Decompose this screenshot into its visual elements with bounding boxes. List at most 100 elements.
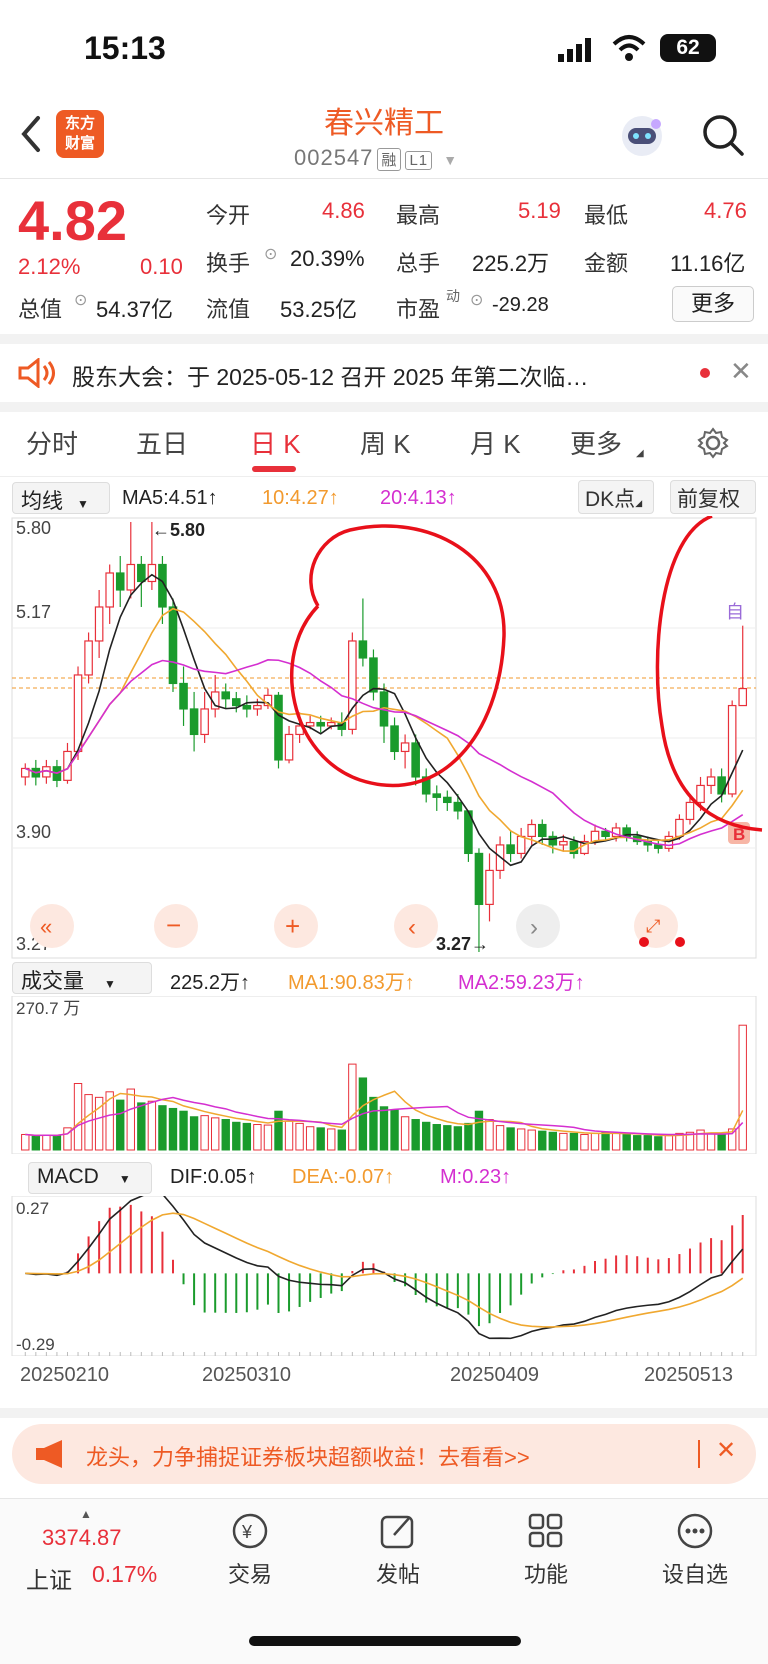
open-label: 今开 xyxy=(206,203,251,228)
date-label: 20250513 xyxy=(644,1364,733,1386)
nav-functions[interactable]: 功能 xyxy=(506,1511,586,1589)
banner-divider xyxy=(698,1440,700,1468)
candle xyxy=(73,674,83,753)
volume-bar xyxy=(717,1133,726,1151)
volume-bar xyxy=(147,1100,157,1151)
stock-code-row[interactable]: 002547 融 L1 ▼ xyxy=(294,145,458,171)
low-marker: 3.27→ xyxy=(436,934,489,954)
tag-level: L1 xyxy=(405,151,433,170)
candle xyxy=(601,830,610,838)
volume-indicator-select[interactable]: 成交量 ▼ xyxy=(12,962,152,994)
market-cap-label: 总值 xyxy=(18,297,63,322)
volume-bar xyxy=(168,1107,178,1151)
more-button[interactable]: 更多 xyxy=(672,286,754,322)
tab-more[interactable]: 更多 xyxy=(570,424,622,461)
volume-bar xyxy=(443,1125,452,1151)
promo-banner[interactable]: 龙头，力争捕捉证券板块超额收益！去看看>> ✕ xyxy=(12,1424,756,1484)
date-label: 20250409 xyxy=(450,1364,539,1386)
period-tabs: 分时 五日 日 K 周 K 月 K 更多 ◢ xyxy=(0,412,768,474)
candle xyxy=(706,776,716,787)
search-icon[interactable] xyxy=(700,112,746,163)
volume-bar xyxy=(432,1124,441,1151)
expand-icon: ⤢ xyxy=(646,916,661,936)
volume-bar xyxy=(664,1135,674,1151)
section-divider xyxy=(0,334,768,344)
settings-gear-icon[interactable] xyxy=(696,426,730,465)
volume-indicator-label: 成交量 xyxy=(21,970,84,993)
unread-dot xyxy=(700,368,710,378)
chevron-down-icon: ▼ xyxy=(443,152,459,168)
scroll-left-button xyxy=(394,904,438,948)
info-icon[interactable]: ⊙ xyxy=(74,290,87,310)
volume-ma1: MA1:90.83万↑ xyxy=(288,972,415,994)
robot-assistant-icon[interactable] xyxy=(618,112,666,165)
ma5-value: MA5:4.51↑ xyxy=(122,487,218,509)
volume-bar xyxy=(232,1121,241,1151)
kline-indicator-select[interactable]: 均线 ▼ xyxy=(12,482,110,514)
dif-line xyxy=(25,1196,744,1340)
double-chevron-left-icon: « xyxy=(40,914,52,939)
macd-y-max: 0.27 xyxy=(16,1199,49,1218)
info-icon[interactable]: ⊙ xyxy=(470,290,483,310)
nav-add-watchlist[interactable]: 设自选 xyxy=(650,1511,740,1589)
macd-indicator-select[interactable]: MACD ▼ xyxy=(28,1162,152,1194)
close-icon[interactable]: ✕ xyxy=(730,356,752,387)
macd-m: M:0.23↑ xyxy=(440,1166,512,1188)
macd-dif: DIF:0.05↑ xyxy=(170,1166,257,1188)
tab-intraday[interactable]: 分时 xyxy=(26,424,78,461)
tab-five-day[interactable]: 五日 xyxy=(136,424,188,461)
candle xyxy=(506,844,515,855)
info-icon[interactable]: ⊙ xyxy=(264,244,277,264)
tab-weekly-k[interactable]: 周 K xyxy=(360,424,411,461)
volume-bar xyxy=(263,1124,273,1151)
candle xyxy=(527,823,537,838)
date-label: 20250310 xyxy=(202,1364,291,1386)
change-amount: 0.10 xyxy=(140,254,183,279)
float-cap-label: 流值 xyxy=(206,297,251,322)
last-price: 4.82 xyxy=(18,189,127,252)
volume-bar xyxy=(42,1134,51,1151)
minus-icon: − xyxy=(166,910,181,940)
volume-bar xyxy=(506,1127,515,1151)
high-marker: ←5.80 xyxy=(152,520,205,540)
candle xyxy=(105,572,114,608)
volume-bar xyxy=(654,1136,663,1151)
candle xyxy=(537,823,547,838)
candle xyxy=(559,840,568,846)
close-icon[interactable]: ✕ xyxy=(716,1436,736,1465)
candle xyxy=(189,708,199,736)
index-change: 0.17% xyxy=(92,1561,158,1587)
candle xyxy=(443,796,452,804)
kline-indicator-label: 均线 xyxy=(21,490,63,513)
tag-margin: 融 xyxy=(377,148,402,171)
plus-icon: + xyxy=(285,911,300,941)
volume-bar xyxy=(390,1109,399,1151)
dk-point-button[interactable]: DK点◢ xyxy=(578,480,654,514)
home-indicator xyxy=(249,1636,521,1646)
volume-bar xyxy=(221,1119,230,1151)
nav-post[interactable]: 发帖 xyxy=(358,1511,438,1589)
candle xyxy=(84,640,93,676)
volume-bar xyxy=(453,1126,463,1151)
pe-sup: 动 xyxy=(446,288,460,304)
section-divider xyxy=(0,402,768,412)
candle xyxy=(316,721,325,727)
adjust-button[interactable]: 前复权 xyxy=(670,480,756,514)
kline-chart[interactable]: 5.80 5.17 3.90 3.27 ←5.80 3.27→ 自 B « − … xyxy=(0,516,768,960)
indicator-dot xyxy=(675,937,685,947)
volume-bar xyxy=(379,1106,389,1151)
notice-bar[interactable]: 股东大会：于 2025-05-12 召开 2025 年第二次临… ✕ xyxy=(0,344,768,402)
volume-bar xyxy=(116,1099,125,1151)
index-value[interactable]: 3374.87 xyxy=(42,1525,122,1551)
candle xyxy=(242,704,252,710)
macd-chart[interactable]: 0.27 -0.29 xyxy=(0,1196,768,1356)
volume-bar xyxy=(622,1133,631,1151)
tab-monthly-k[interactable]: 月 K xyxy=(470,424,521,461)
volume-chart[interactable]: 270.7 万 xyxy=(0,996,768,1154)
volume-ma2: MA2:59.23万↑ xyxy=(458,972,585,994)
volume-bar xyxy=(369,1096,378,1151)
tab-daily-k[interactable]: 日 K xyxy=(250,424,301,461)
volume-bar xyxy=(706,1132,716,1151)
nav-trade[interactable]: ¥ 交易 xyxy=(210,1511,290,1589)
volume-bar xyxy=(738,1024,747,1151)
